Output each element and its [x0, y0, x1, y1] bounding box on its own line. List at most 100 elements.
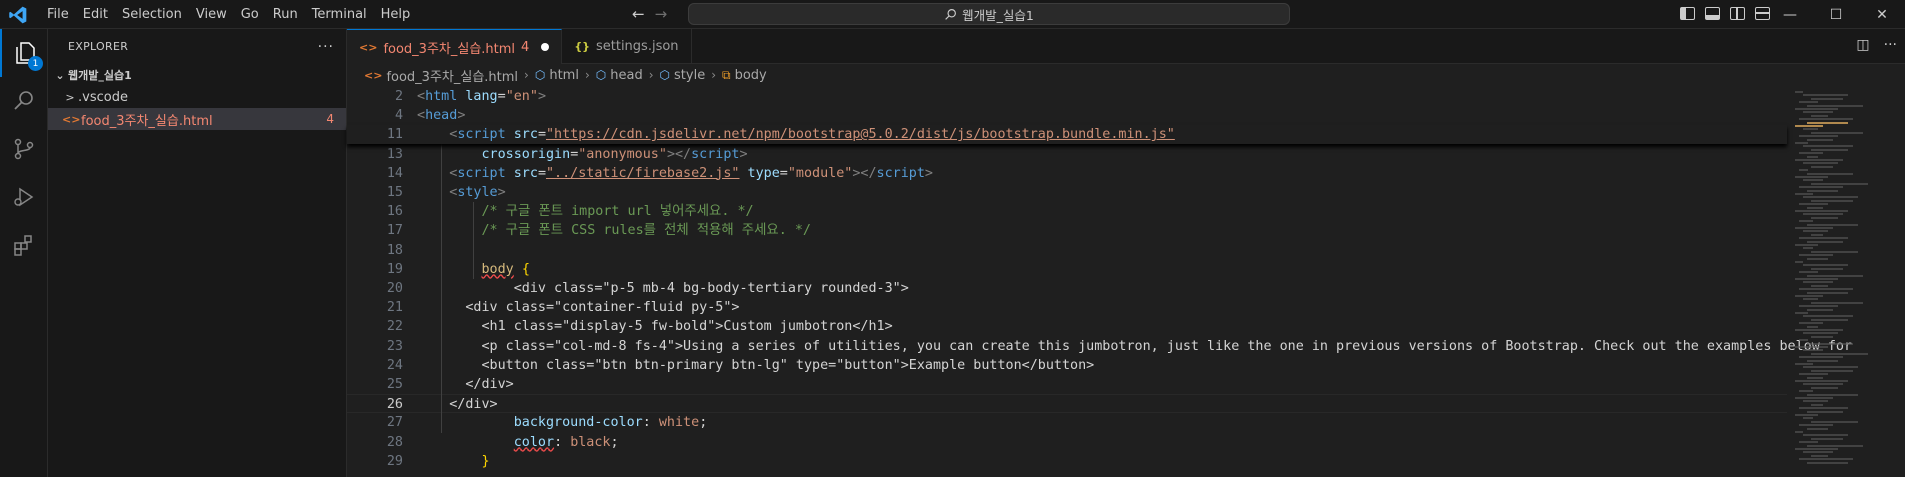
minimap-line: [1803, 230, 1828, 233]
minimap-line: [1803, 179, 1823, 182]
line-text: <html lang="en">: [417, 89, 546, 104]
code-line[interactable]: 27 background-color: white;: [347, 413, 1787, 432]
toggle-sidebar-icon[interactable]: [1680, 7, 1695, 20]
explorer-activity[interactable]: 1: [0, 29, 48, 77]
minimap-line: [1795, 125, 1823, 127]
minimap-line: [1795, 329, 1843, 331]
search-activity[interactable]: [0, 77, 48, 125]
minimap-line: [1803, 162, 1838, 165]
minimap-line: [1811, 97, 1843, 100]
explorer-title: EXPLORER: [68, 40, 129, 53]
toggle-panel-icon[interactable]: [1705, 7, 1720, 20]
source-control-activity[interactable]: [0, 125, 48, 173]
minimap-line: [1799, 424, 1833, 427]
minimap-line: [1799, 339, 1808, 342]
breadcrumb-html[interactable]: html: [549, 68, 579, 83]
list-item-vscode-folder[interactable]: > .vscode: [48, 86, 346, 108]
menu-file[interactable]: File: [40, 0, 76, 29]
code-line[interactable]: 23 <p class="col-md-8 fs-4">Using a seri…: [347, 337, 1852, 356]
menu-view[interactable]: View: [189, 0, 234, 29]
tab-settings-json[interactable]: {} settings.json: [562, 29, 692, 64]
code-line[interactable]: 28 color: black;: [347, 433, 1787, 452]
code-line[interactable]: 25 </div>: [347, 375, 1787, 394]
line-text: <div class="p-5 mb-4 bg-body-tertiary ro…: [417, 281, 909, 296]
minimap-line: [1803, 349, 1823, 352]
code-editor[interactable]: 2 <html lang="en"> 4 <head> 11 <script src="…: [347, 87, 1852, 477]
list-item-html-file[interactable]: <> food_3주차_실습.html 4: [48, 108, 346, 130]
minimap-line: [1811, 301, 1863, 304]
tab-label: settings.json: [595, 39, 679, 54]
code-line[interactable]: 11 <script src="https://cdn.jsdelivr.net…: [347, 125, 1787, 145]
menu-go[interactable]: Go: [234, 0, 266, 29]
chevron-right-icon: ›: [648, 68, 654, 82]
extensions-activity[interactable]: [0, 221, 48, 269]
split-editor-icon[interactable]: ◫: [1856, 37, 1869, 53]
breadcrumb-body[interactable]: body: [735, 68, 767, 83]
minimap-line: [1807, 189, 1838, 192]
line-text: /* 구글 폰트 import url 넣어주세요. */: [481, 204, 754, 220]
breadcrumb-style[interactable]: style: [674, 68, 705, 83]
minimap-line: [1807, 223, 1858, 226]
minimap-line: [1799, 101, 1818, 104]
code-line[interactable]: 4 <head>: [347, 106, 1787, 125]
forward-arrow-icon[interactable]: →: [655, 4, 668, 24]
code-line[interactable]: 14 <script src="../static/firebase2.js" …: [347, 164, 1787, 183]
run-debug-icon: [14, 187, 34, 207]
minimap-line: [1803, 281, 1833, 284]
minimap[interactable]: [1789, 87, 1889, 477]
breadcrumb: <> food_3주차_실습.html › ⬡ html › ⬡ head › …: [347, 64, 1905, 86]
menu-edit[interactable]: Edit: [76, 0, 115, 29]
code-line[interactable]: 26 </div>: [347, 394, 1787, 414]
menu-selection[interactable]: Selection: [115, 0, 189, 29]
code-line[interactable]: 22 <h1 class="display-5 fw-bold">Custom …: [347, 317, 1787, 336]
editor-area: <> food_3주차_실습.html 4 {} settings.json ◫…: [347, 29, 1905, 477]
project-name: 웹개발_실습1: [68, 69, 132, 82]
minimize-button[interactable]: —: [1767, 0, 1813, 29]
minimap-line: [1811, 284, 1828, 287]
more-actions-icon[interactable]: ···: [1884, 37, 1897, 53]
menu-terminal[interactable]: Terminal: [305, 0, 374, 29]
line-number: 17: [386, 223, 403, 239]
code-line[interactable]: 17 /* 구글 폰트 CSS rules를 전체 적용해 주세요. */: [347, 221, 1787, 240]
vertical-scrollbar[interactable]: [1891, 87, 1905, 477]
code-line[interactable]: 15 <style>: [347, 183, 1787, 202]
tab-food-html[interactable]: <> food_3주차_실습.html 4: [347, 29, 563, 64]
code-line[interactable]: 18: [347, 241, 1787, 260]
run-debug-activity[interactable]: [0, 173, 48, 221]
code-line[interactable]: 13 crossorigin="anonymous"></script>: [347, 145, 1787, 164]
command-center-search[interactable]: 웹개발_실습1: [688, 3, 1290, 25]
code-line[interactable]: 16 /* 구글 폰트 import url 넣어주세요. */: [347, 202, 1787, 221]
line-number: 20: [386, 281, 403, 296]
code-line[interactable]: 29 }: [347, 452, 1787, 471]
back-arrow-icon[interactable]: ←: [632, 4, 645, 24]
code-line[interactable]: 19 body {: [347, 260, 1787, 279]
more-actions-icon[interactable]: ···: [318, 39, 334, 55]
html-file-icon: <>: [364, 68, 383, 82]
tab-problem-count: 4: [521, 39, 530, 55]
code-line[interactable]: 2 <html lang="en">: [347, 87, 1787, 106]
maximize-button[interactable]: ☐: [1813, 0, 1859, 29]
minimap-line: [1803, 315, 1853, 318]
toggle-secondary-sidebar-icon[interactable]: [1730, 7, 1745, 20]
chevron-right-icon: >: [65, 90, 75, 104]
minimap-line: [1799, 288, 1853, 291]
close-button[interactable]: ✕: [1859, 0, 1905, 29]
unsaved-dot-icon[interactable]: [541, 43, 550, 51]
menu-run[interactable]: Run: [266, 0, 305, 29]
minimap-line: [1811, 131, 1863, 134]
chevron-right-icon: ›: [711, 68, 717, 82]
line-number: 26: [386, 397, 403, 413]
code-line[interactable]: 21 <div class="container-fluid py-5">: [347, 298, 1787, 317]
breadcrumb-file[interactable]: food_3주차_실습.html: [386, 66, 518, 85]
line-number: 18: [386, 242, 403, 258]
menu-help[interactable]: Help: [374, 0, 418, 29]
project-folder[interactable]: ⌄ 웹개발_실습1: [48, 64, 346, 86]
line-text: <style>: [449, 185, 506, 200]
html-file-icon: <>: [359, 40, 378, 54]
code-line[interactable]: 24 <button class="btn btn-primary btn-lg…: [347, 356, 1787, 375]
line-text: <div class="container-fluid py-5">: [417, 300, 740, 316]
minimap-line: [1799, 373, 1828, 376]
code-line[interactable]: 20 <div class="p-5 mb-4 bg-body-tertiary…: [347, 279, 1787, 298]
breadcrumb-head[interactable]: head: [610, 68, 642, 83]
layout-controls: [1680, 4, 1770, 20]
